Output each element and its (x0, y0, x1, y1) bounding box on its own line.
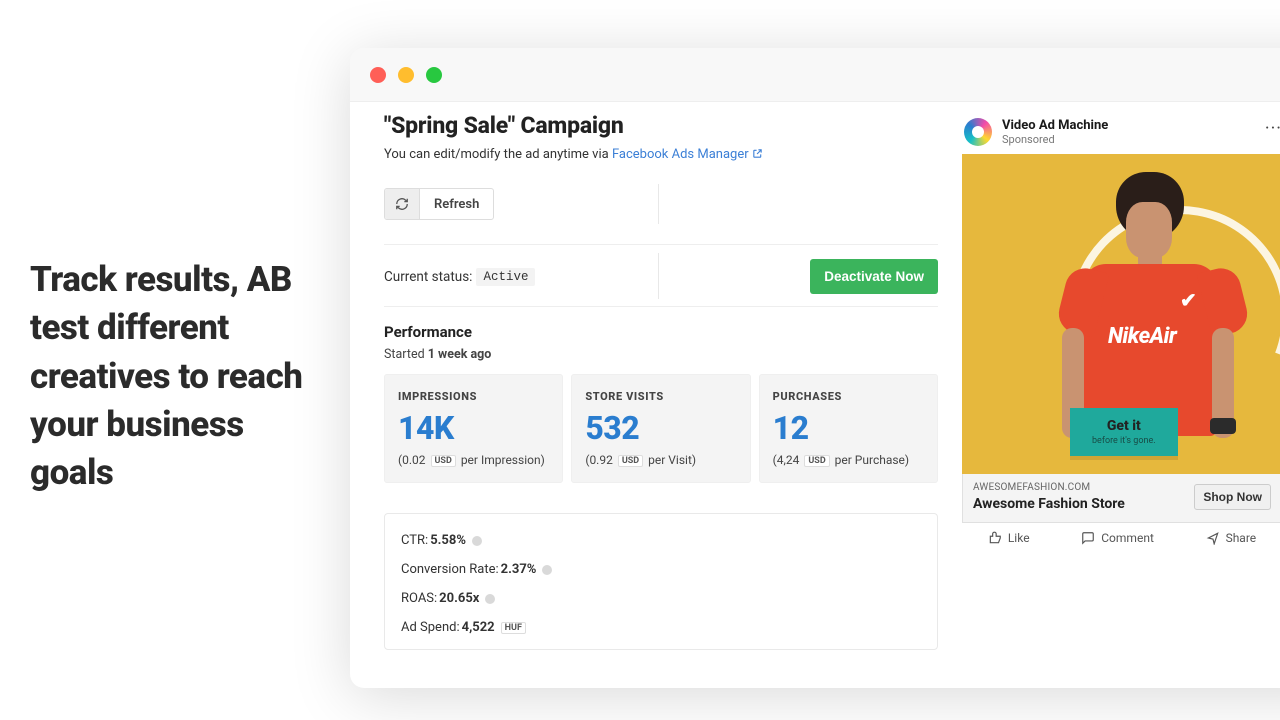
comment-icon (1081, 531, 1095, 545)
metric-subtext: (4,24 USD per Purchase) (773, 453, 924, 467)
status-label: Current status: (384, 269, 472, 285)
divider (658, 253, 659, 299)
deactivate-button[interactable]: Deactivate Now (810, 259, 938, 294)
info-icon[interactable] (485, 594, 495, 604)
metric-card-purchases: PURCHASES 12 (4,24 USD per Purchase) (759, 374, 938, 483)
shirt-text: NikeAir (1108, 324, 1176, 349)
info-icon[interactable] (472, 536, 482, 546)
stats-panel: CTR:5.58% Conversion Rate:2.37% ROAS:20.… (384, 513, 938, 650)
page-title: "Spring Sale" Campaign (384, 112, 938, 139)
performance-heading: Performance (384, 323, 938, 341)
metric-value: 12 (773, 409, 924, 447)
subtext-prefix: You can edit/modify the ad anytime via (384, 147, 612, 162)
metric-label: IMPRESSIONS (398, 390, 549, 403)
divider (658, 184, 659, 224)
app-window: "Spring Sale" Campaign You can edit/modi… (350, 48, 1280, 688)
page-subtext: You can edit/modify the ad anytime via F… (384, 147, 938, 162)
sponsored-label: Sponsored (1002, 133, 1108, 146)
page-avatar[interactable] (964, 118, 992, 146)
metric-card-impressions: IMPRESSIONS 14K (0.02 USD per Impression… (384, 374, 563, 483)
ad-creative[interactable]: ✔ NikeAir Get it before it's gone. (962, 154, 1280, 474)
refresh-icon (395, 197, 409, 211)
performance-started: Started 1 week ago (384, 347, 938, 362)
info-icon[interactable] (542, 565, 552, 575)
currency-badge: USD (431, 455, 456, 467)
ad-action-bar: Like Comment Share (962, 523, 1280, 559)
ad-domain: AWESOMEFASHION.COM (973, 482, 1125, 493)
share-button[interactable]: Share (1206, 531, 1257, 545)
ads-manager-link[interactable]: Facebook Ads Manager (612, 147, 763, 162)
swoosh-icon: ✔ (1180, 288, 1197, 312)
comment-button[interactable]: Comment (1081, 531, 1154, 545)
shop-now-button[interactable]: Shop Now (1194, 484, 1271, 510)
currency-badge: USD (804, 455, 829, 467)
refresh-button[interactable]: Refresh (384, 188, 494, 220)
ad-menu-button[interactable]: ··· (1265, 118, 1280, 139)
share-icon (1206, 531, 1220, 545)
metric-subtext: (0.92 USD per Visit) (585, 453, 736, 467)
ad-page-name[interactable]: Video Ad Machine (1002, 118, 1108, 133)
metric-value: 532 (585, 409, 736, 447)
metric-label: STORE VISITS (585, 390, 736, 403)
marketing-headline: Track results, AB test different creativ… (30, 256, 325, 497)
refresh-label: Refresh (420, 197, 493, 212)
stat-ctr: CTR:5.58% (401, 533, 921, 548)
stat-roas: ROAS:20.65x (401, 591, 921, 606)
window-titlebar (350, 48, 1280, 102)
creative-cta-badge: Get it before it's gone. (1070, 408, 1178, 456)
ad-title: Awesome Fashion Store (973, 496, 1125, 512)
window-controls (370, 67, 442, 83)
ad-preview: Video Ad Machine Sponsored ··· (962, 112, 1280, 650)
like-icon (988, 531, 1002, 545)
minimize-icon[interactable] (398, 67, 414, 83)
close-icon[interactable] (370, 67, 386, 83)
currency-badge: HUF (501, 622, 526, 634)
external-link-icon (752, 148, 763, 159)
like-button[interactable]: Like (988, 531, 1030, 545)
metric-label: PURCHASES (773, 390, 924, 403)
metric-subtext: (0.02 USD per Impression) (398, 453, 549, 467)
metric-card-store-visits: STORE VISITS 532 (0.92 USD per Visit) (571, 374, 750, 483)
metric-value: 14K (398, 409, 549, 447)
divider (384, 244, 938, 245)
stat-ad-spend: Ad Spend:4,522 HUF (401, 620, 921, 635)
maximize-icon[interactable] (426, 67, 442, 83)
status-badge: Active (476, 268, 535, 286)
stat-conversion-rate: Conversion Rate:2.37% (401, 562, 921, 577)
currency-badge: USD (618, 455, 643, 467)
